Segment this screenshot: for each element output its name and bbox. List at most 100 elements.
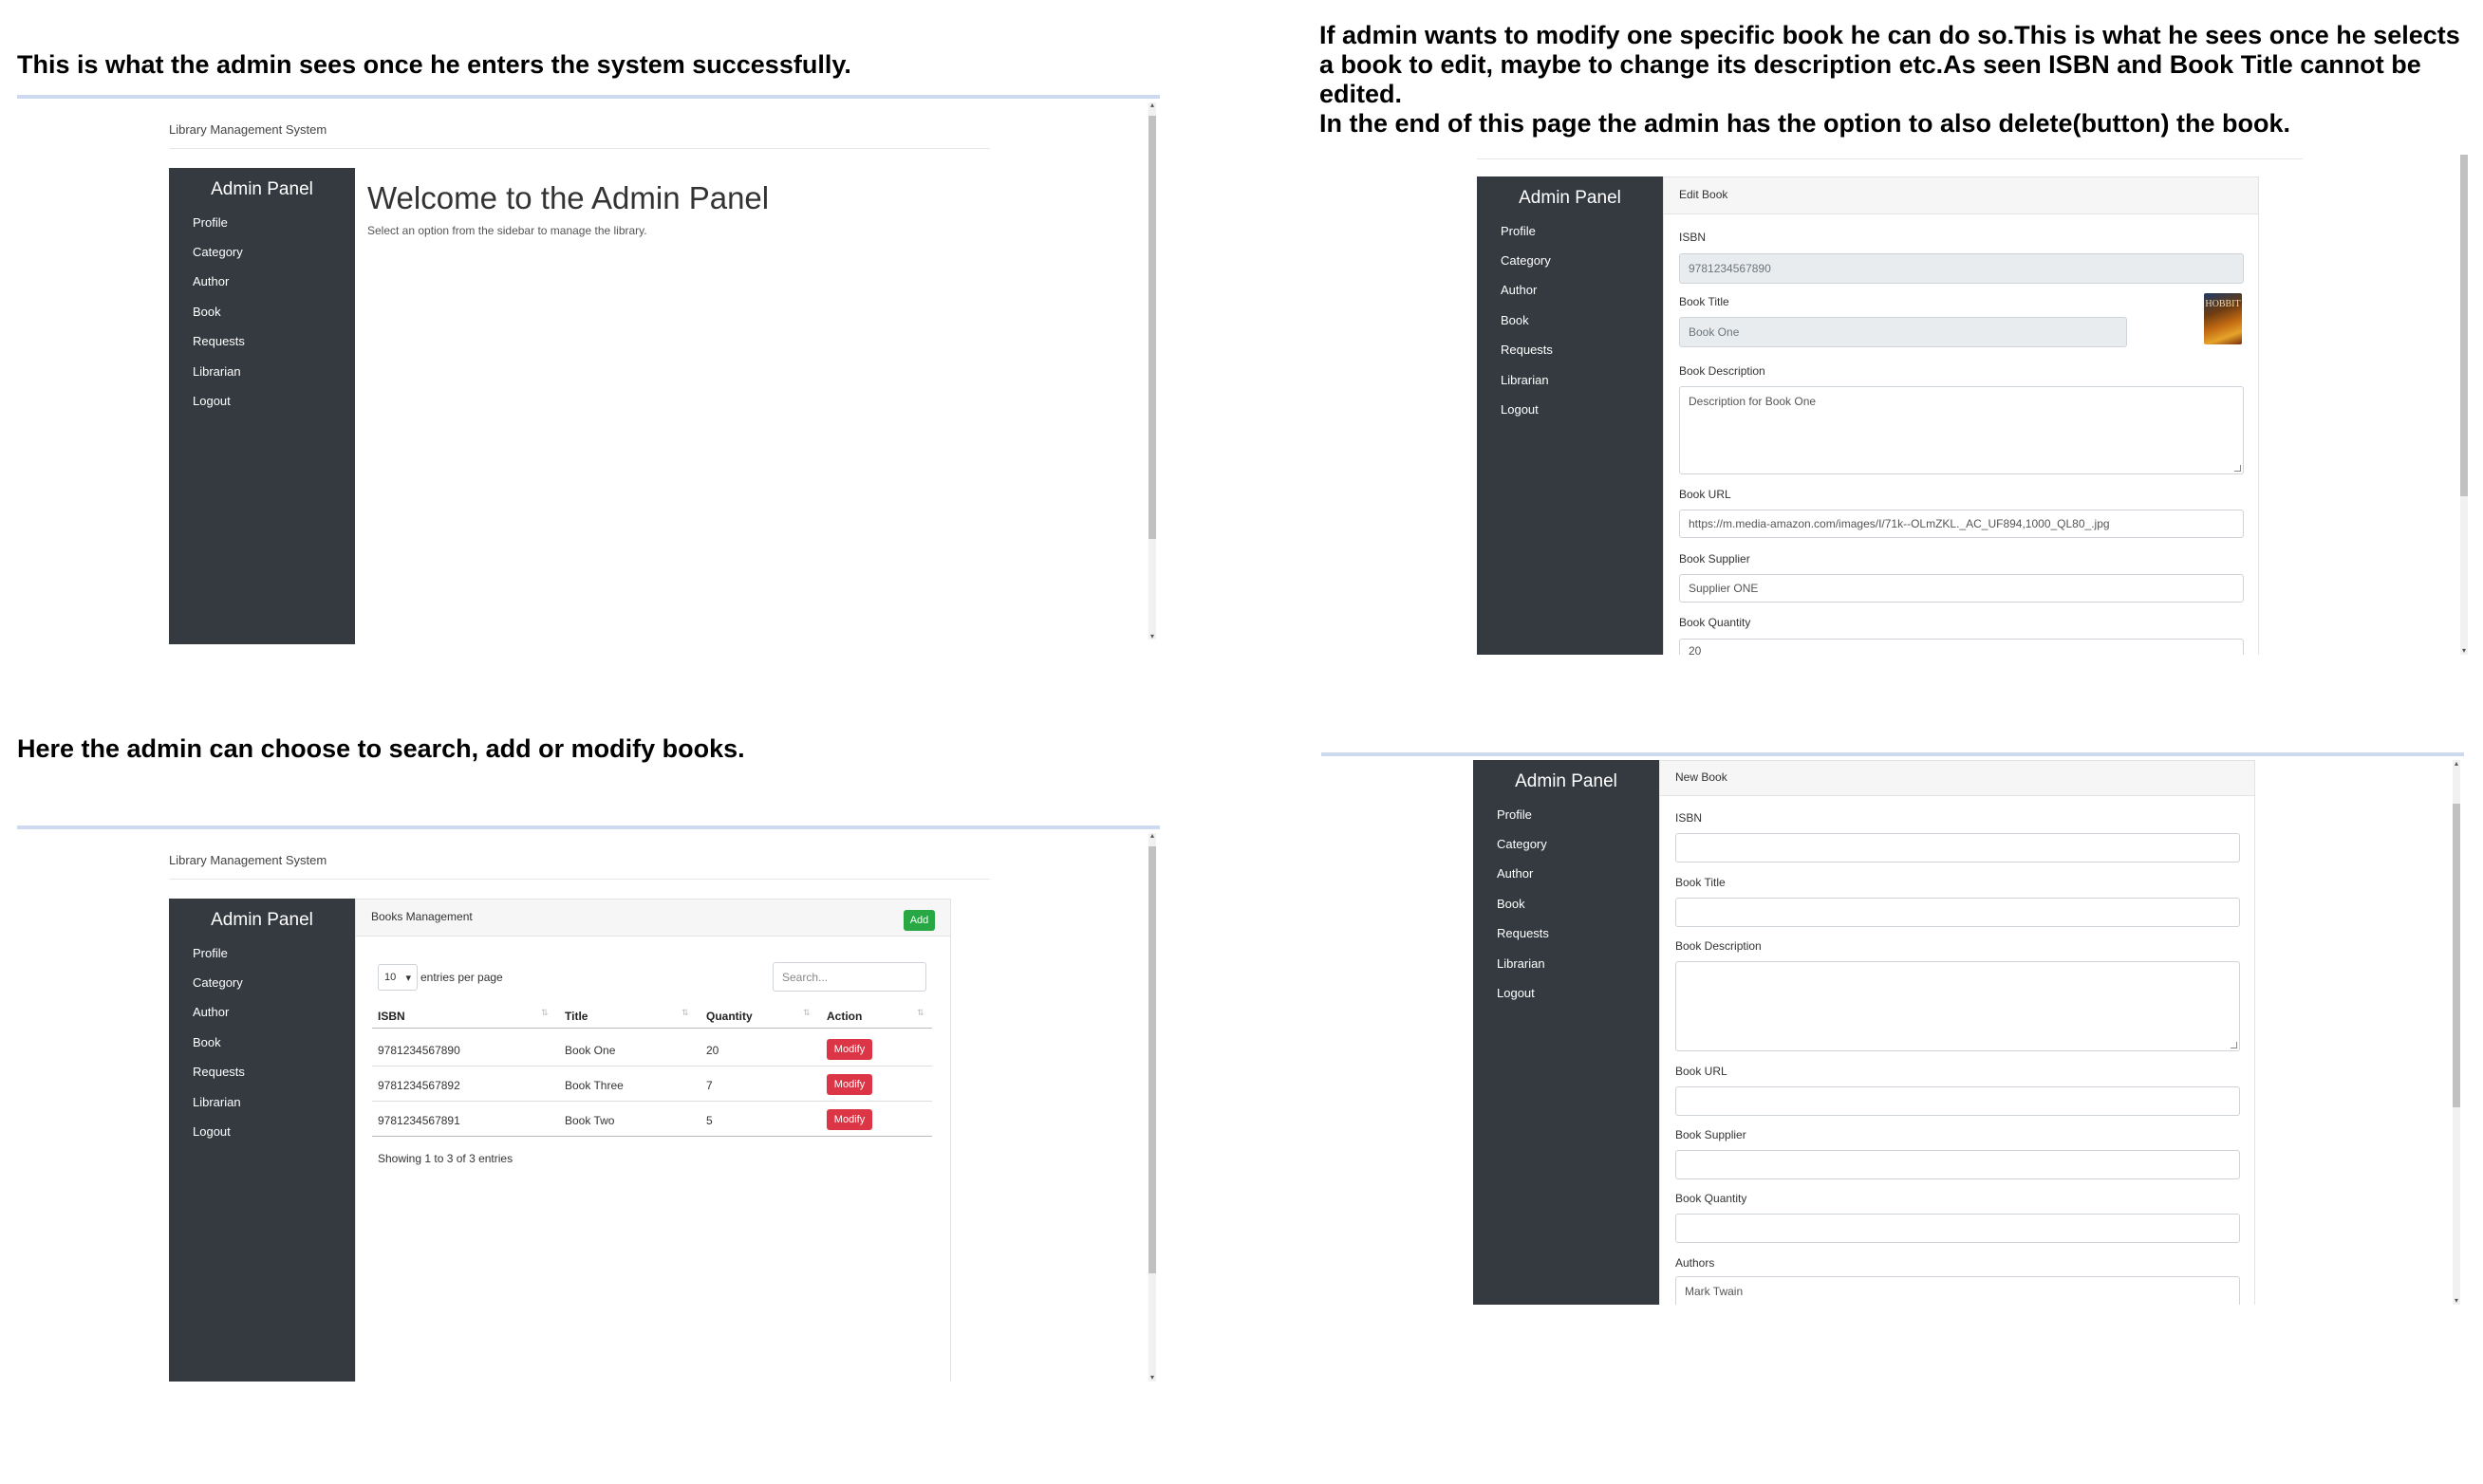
column-header-isbn[interactable]: ISBN — [378, 1010, 405, 1023]
card-header: Edit Book — [1663, 176, 2259, 214]
book-supplier-field[interactable] — [1675, 1150, 2240, 1179]
sort-icon[interactable]: ⇅ — [917, 1009, 924, 1017]
sidebar: Admin Panel Profile Category Author Book… — [1473, 760, 1659, 1305]
resize-handle-icon[interactable] — [2231, 1042, 2237, 1048]
sidebar-item-logout[interactable]: Logout — [193, 394, 231, 408]
browser-top-bar — [1321, 752, 2464, 756]
isbn-field[interactable] — [1675, 833, 2240, 863]
sidebar: Admin Panel Profile Category Author Book… — [169, 899, 355, 1382]
sidebar-item-author[interactable]: Author — [193, 1005, 229, 1019]
sidebar-item-category[interactable]: Category — [193, 245, 243, 259]
sidebar-item-category[interactable]: Category — [1501, 253, 1551, 268]
modify-button[interactable]: Modify — [827, 1109, 872, 1130]
sidebar-item-requests[interactable]: Requests — [1501, 343, 1553, 357]
sidebar-item-book[interactable]: Book — [1497, 897, 1525, 911]
sidebar-item-book[interactable]: Book — [193, 305, 221, 319]
isbn-label: ISBN — [1679, 231, 1707, 244]
sidebar-item-profile[interactable]: Profile — [1497, 807, 1532, 822]
book-description-field[interactable] — [1675, 961, 2240, 1051]
scroll-thumb[interactable] — [1148, 846, 1156, 1273]
scroll-down-icon[interactable]: ▾ — [2453, 1297, 2460, 1305]
scroll-thumb[interactable] — [1148, 116, 1156, 539]
book-cover-text: HOBBIT — [2205, 299, 2241, 309]
sidebar-item-author[interactable]: Author — [193, 274, 229, 288]
book-url-field[interactable]: https://m.media-amazon.com/images/I/71k-… — [1679, 510, 2244, 538]
sidebar-item-logout[interactable]: Logout — [1501, 402, 1539, 417]
sidebar-item-book[interactable]: Book — [193, 1035, 221, 1049]
screenshot-admin-home: Library Management System Admin Panel Pr… — [17, 95, 1160, 645]
book-url-field[interactable] — [1675, 1086, 2240, 1116]
scroll-up-icon[interactable]: ▴ — [1148, 102, 1156, 109]
sidebar-item-profile[interactable]: Profile — [193, 215, 228, 230]
card-header: New Book — [1659, 760, 2255, 796]
sidebar-item-librarian[interactable]: Librarian — [193, 1095, 241, 1109]
sidebar-item-requests[interactable]: Requests — [1497, 926, 1549, 940]
cell-isbn: 9781234567892 — [378, 1079, 460, 1092]
sort-icon[interactable]: ⇅ — [803, 1009, 811, 1017]
author-option[interactable]: Mark Twain — [1685, 1285, 1743, 1298]
sort-icon[interactable]: ⇅ — [541, 1009, 549, 1017]
navbar-brand[interactable]: Library Management System — [169, 853, 327, 867]
sidebar-item-requests[interactable]: Requests — [193, 1065, 245, 1079]
book-supplier-field[interactable]: Supplier ONE — [1679, 574, 2244, 603]
column-header-quantity[interactable]: Quantity — [706, 1010, 753, 1023]
scrollbar[interactable]: ▴ ▾ — [2453, 760, 2460, 1305]
sidebar-title: Admin Panel — [1515, 771, 1617, 791]
sidebar-item-librarian[interactable]: Librarian — [1501, 373, 1549, 387]
sidebar-item-profile[interactable]: Profile — [1501, 224, 1536, 238]
sidebar-item-author[interactable]: Author — [1497, 866, 1533, 881]
modify-button[interactable]: Modify — [827, 1039, 872, 1060]
scroll-thumb[interactable] — [2453, 804, 2460, 1107]
scroll-down-icon[interactable]: ▾ — [1148, 1374, 1156, 1382]
book-quantity-label: Book Quantity — [1679, 616, 1751, 629]
caption-books-management: Here the admin can choose to search, add… — [17, 734, 745, 763]
book-title-field[interactable] — [1675, 898, 2240, 927]
sidebar-item-librarian[interactable]: Librarian — [193, 364, 241, 379]
book-description-label: Book Description — [1675, 939, 1762, 953]
search-input[interactable]: Search... — [773, 962, 926, 992]
navbar-brand[interactable]: Library Management System — [169, 122, 327, 137]
navbar-divider — [1477, 158, 2303, 159]
column-header-action[interactable]: Action — [827, 1010, 862, 1023]
sidebar-item-logout[interactable]: Logout — [193, 1124, 231, 1139]
scroll-down-icon[interactable]: ▾ — [2460, 647, 2468, 655]
entries-per-page-select[interactable]: 10 ▾ — [378, 964, 418, 991]
table-footer-divider — [372, 1136, 932, 1137]
sidebar-item-category[interactable]: Category — [1497, 837, 1547, 851]
scrollbar[interactable]: ▴ ▾ — [1148, 832, 1156, 1382]
sidebar-item-category[interactable]: Category — [193, 975, 243, 990]
book-title-field[interactable]: Book One — [1679, 317, 2127, 347]
scroll-up-icon[interactable]: ▴ — [1148, 832, 1156, 840]
resize-handle-icon[interactable] — [2234, 465, 2241, 472]
authors-multiselect[interactable]: Mark Twain — [1675, 1276, 2240, 1305]
sort-icon[interactable]: ⇅ — [681, 1009, 689, 1017]
sidebar-item-book[interactable]: Book — [1501, 313, 1529, 327]
modify-button[interactable]: Modify — [827, 1074, 872, 1095]
column-header-title[interactable]: Title — [565, 1010, 588, 1023]
book-description-field[interactable]: Description for Book One — [1679, 386, 2244, 474]
scroll-thumb[interactable] — [2460, 155, 2468, 496]
scroll-up-icon[interactable]: ▴ — [2453, 760, 2460, 768]
browser-top-bar — [17, 825, 1160, 829]
sidebar: Admin Panel Profile Category Author Book… — [169, 168, 355, 644]
sidebar-item-requests[interactable]: Requests — [193, 334, 245, 348]
caption-edit-book-line: edited. — [1319, 80, 1403, 108]
add-book-button[interactable]: Add — [904, 910, 935, 931]
sidebar-title: Admin Panel — [1519, 188, 1621, 208]
scroll-down-icon[interactable]: ▾ — [1148, 633, 1156, 640]
table-info: Showing 1 to 3 of 3 entries — [378, 1152, 513, 1165]
cell-title: Book Two — [565, 1114, 615, 1127]
book-url-label: Book URL — [1675, 1065, 1727, 1078]
book-quantity-field[interactable]: 20 — [1679, 639, 2244, 655]
book-quantity-field[interactable] — [1675, 1214, 2240, 1243]
isbn-field[interactable]: 9781234567890 — [1679, 253, 2244, 284]
book-cover-image: HOBBIT — [2204, 293, 2242, 344]
scrollbar[interactable]: ▾ — [2460, 155, 2468, 655]
scrollbar[interactable]: ▴ ▾ — [1148, 102, 1156, 640]
sidebar-item-logout[interactable]: Logout — [1497, 986, 1535, 1000]
sidebar-item-librarian[interactable]: Librarian — [1497, 956, 1545, 971]
screenshot-new-book: Admin Panel Profile Category Author Book… — [1321, 752, 2464, 1305]
navbar-divider — [169, 879, 990, 880]
sidebar-item-author[interactable]: Author — [1501, 283, 1537, 297]
sidebar-item-profile[interactable]: Profile — [193, 946, 228, 960]
